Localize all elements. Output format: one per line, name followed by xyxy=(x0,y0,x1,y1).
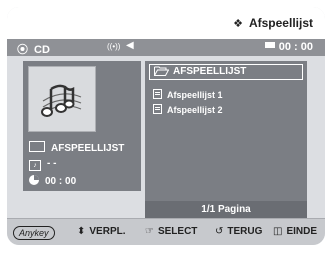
speaker-icon: ◀ xyxy=(126,40,134,51)
playlist-icon xyxy=(153,104,162,114)
list-item[interactable]: Afspeellijst 1 xyxy=(153,88,223,103)
menu-screen: ❖ Afspeellijst ⦿ CD ((•)) ◀ 00 : 00 AFSPEE… xyxy=(7,7,325,245)
list-item-label: Afspeellijst 1 xyxy=(167,90,223,100)
info-track-value: - - xyxy=(47,158,57,169)
page-indicator: 1/1 Pagina xyxy=(145,201,307,218)
disc-label: CD xyxy=(34,44,50,56)
back-label: TERUG xyxy=(227,226,263,237)
enter-icon: ☞ xyxy=(145,226,154,237)
info-time-value: 00 : 00 xyxy=(45,176,77,187)
open-folder-icon xyxy=(154,66,169,76)
surround-icon: ((•)) xyxy=(107,42,121,51)
playlist-list: Afspeellijst 1 Afspeellijst 2 xyxy=(153,88,223,118)
page-title: ❖ Afspeellijst xyxy=(233,16,313,30)
select-label: SELECT xyxy=(157,226,198,237)
anykey-label: Anykey xyxy=(13,226,55,240)
info-track: ♪ - - xyxy=(29,158,56,172)
disc-icon: ⦿ xyxy=(17,44,28,56)
clock-icon xyxy=(29,175,39,185)
info-time: 00 : 00 xyxy=(29,175,76,189)
current-folder-label: AFSPEELLIJST xyxy=(173,66,247,77)
current-folder[interactable]: AFSPEELLIJST xyxy=(149,64,303,80)
playlist-icon xyxy=(153,89,162,99)
time-bar-icon xyxy=(264,42,275,48)
thumbnail xyxy=(28,66,96,132)
status-time: 00 : 00 xyxy=(264,41,313,53)
disc-indicator: ⦿ CD xyxy=(17,41,50,57)
track-icon: ♪ xyxy=(29,160,41,171)
list-item[interactable]: Afspeellijst 2 xyxy=(153,103,223,118)
status-bar: ⦿ CD ((•)) ◀ 00 : 00 xyxy=(7,39,325,56)
return-icon: ↺ xyxy=(215,226,224,237)
anykey-button[interactable]: Anykey xyxy=(13,226,55,240)
file-browser: AFSPEELLIJST Afspeellijst 1 Afspeellijst… xyxy=(145,61,307,218)
title-text: Afspeellijst xyxy=(248,16,313,30)
info-folder-name: AFSPEELLIJST xyxy=(51,143,125,154)
music-notes-icon xyxy=(41,84,82,117)
updown-icon: ⬍ xyxy=(77,226,86,237)
title-bar: ❖ Afspeellijst xyxy=(7,7,325,39)
diamond-icon: ❖ xyxy=(233,18,243,30)
exit-button[interactable]: ◫ EINDE xyxy=(273,226,317,237)
info-panel: AFSPEELLIJST ♪ - - 00 : 00 xyxy=(23,61,141,191)
select-button[interactable]: ☞ SELECT xyxy=(145,226,197,237)
list-item-label: Afspeellijst 2 xyxy=(167,105,223,115)
button-guide: Anykey ⬍ VERPL. ☞ SELECT ↺ TERUG ◫ EINDE xyxy=(7,218,325,245)
info-folder: AFSPEELLIJST xyxy=(29,141,124,155)
exit-label: EINDE xyxy=(286,226,318,237)
move-label: VERPL. xyxy=(89,226,126,237)
exit-icon: ◫ xyxy=(273,226,283,237)
move-button[interactable]: ⬍ VERPL. xyxy=(77,226,126,237)
back-button[interactable]: ↺ TERUG xyxy=(215,226,262,237)
folder-icon xyxy=(29,141,45,152)
status-time-value: 00 : 00 xyxy=(278,41,313,53)
